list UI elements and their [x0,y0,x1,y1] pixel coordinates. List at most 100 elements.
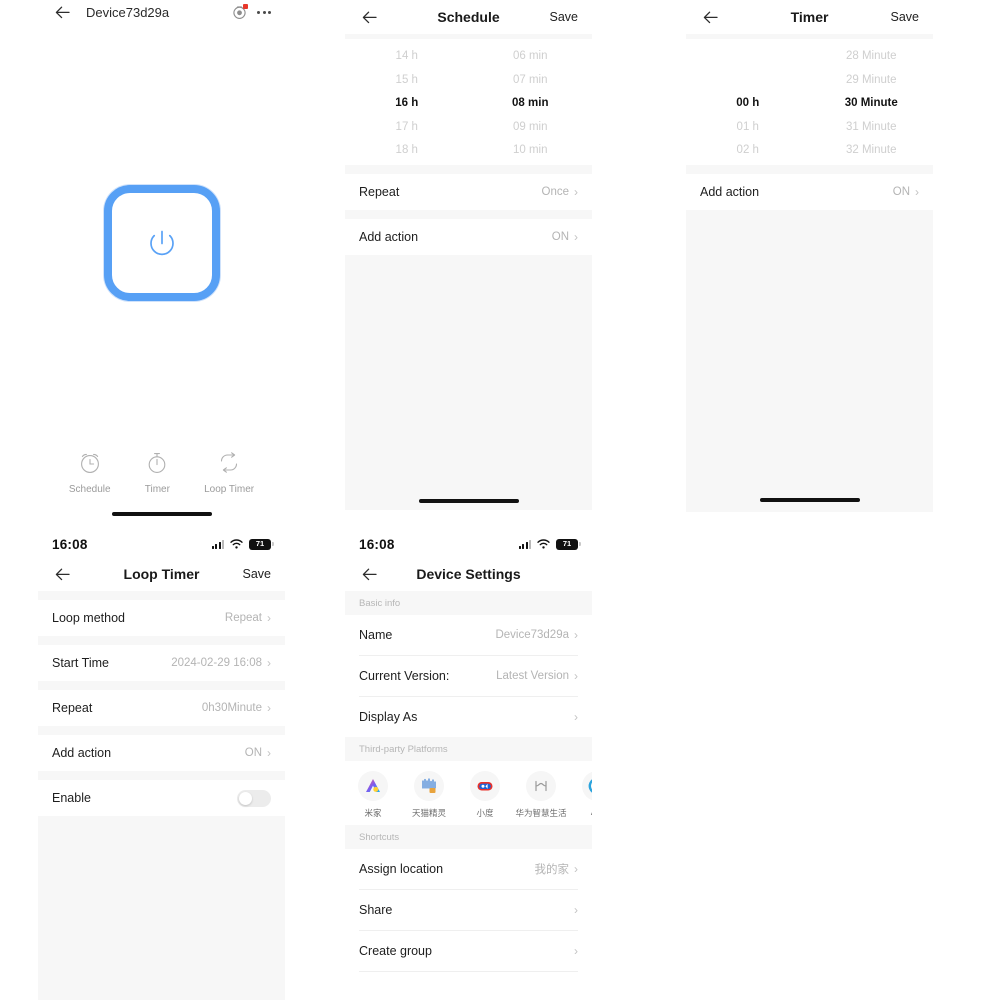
action-label: Schedule [68,484,111,495]
section-gap [345,209,592,219]
home-indicator [111,512,212,516]
platform-label: 米家 [364,808,382,818]
third-party-platform-list: 米家 天猫精灵 小度 华为智慧生活 [345,761,592,825]
wheel-item[interactable]: 29 Minute [810,69,934,93]
row-enable[interactable]: Enable [38,780,285,816]
wheel-item-selected[interactable]: 00 h [686,92,810,116]
section-gap [38,591,285,600]
minute-wheel[interactable]: 06 min 07 min 08 min 09 min 10 min [469,45,593,163]
chevron-right-icon: › [574,903,578,917]
action-label: Loop Timer [204,484,255,495]
row-current-version[interactable]: Current Version: Latest Version › [345,656,592,696]
row-value: Once [541,185,570,198]
wheel-item[interactable]: 02 h [686,139,810,163]
platform-alexa[interactable]: Ale [569,771,592,819]
section-gap [38,636,285,645]
wheel-item[interactable]: 15 h [345,69,469,93]
row-label: Repeat [52,701,93,715]
timer-panel: Timer Save 00 h 01 h 02 h 28 Minute 29 M… [686,0,933,512]
wheel-item-empty[interactable] [686,45,810,69]
tmall-genie-icon [414,771,444,801]
row-value-wrap: ON › [893,186,919,198]
group-header-shortcuts: Shortcuts [345,825,592,849]
row-value: ON [244,747,262,759]
row-repeat[interactable]: Repeat Once › [345,173,592,210]
schedule-navbar: Schedule Save [345,0,592,34]
panel-filler [686,209,933,512]
notification-badge [243,3,248,9]
home-indicator [759,498,860,502]
wheel-item-selected[interactable]: 08 min [469,92,593,116]
panel-filler [38,816,285,1000]
power-toggle-button[interactable] [103,185,220,301]
action-timer[interactable]: Timer [144,450,170,495]
row-name[interactable]: Name Device73d29a › [345,615,592,655]
schedule-time-picker[interactable]: 14 h 15 h 16 h 17 h 18 h 06 min 07 min 0… [345,39,592,165]
wheel-item[interactable]: 17 h [345,116,469,140]
action-loop-timer[interactable]: Loop Timer [204,450,254,495]
back-button[interactable] [359,7,379,27]
row-value-wrap: › [569,945,578,957]
enable-toggle[interactable] [237,789,271,807]
row-add-action[interactable]: Add action ON › [38,735,285,771]
back-button[interactable] [700,7,720,27]
wheel-item[interactable]: 31 Minute [810,116,934,140]
more-options-icon[interactable] [257,10,271,14]
back-button[interactable] [52,2,72,22]
wheel-item-selected[interactable]: 16 h [345,92,469,116]
row-display-as[interactable]: Display As › [345,697,592,737]
row-share[interactable]: Share › [345,890,592,930]
wheel-item[interactable]: 06 min [469,45,593,69]
row-add-action[interactable]: Add action ON › [345,218,592,255]
wheel-item-selected[interactable]: 30 Minute [810,92,934,116]
status-icons: 71 [518,538,581,550]
row-value: 我的家 [534,864,570,876]
status-time: 16:08 [359,536,395,552]
chevron-right-icon: › [574,669,578,683]
platform-mijia[interactable]: 米家 [345,771,401,819]
row-value-wrap: ON › [245,747,271,759]
platform-huawei-smart-life[interactable]: 华为智慧生活 [513,771,569,819]
row-label: Repeat [359,184,400,199]
loop-timer-panel: 16:08 71 Loop Timer Save Loop method Rep… [38,531,285,1000]
hour-wheel[interactable]: 00 h 01 h 02 h [686,45,810,163]
row-label: Display As [359,710,418,724]
wheel-item[interactable]: 18 h [345,139,469,163]
save-button[interactable]: Save [891,10,920,24]
save-button[interactable]: Save [243,567,272,581]
wheel-item[interactable]: 07 min [469,69,593,93]
wheel-item[interactable]: 14 h [345,45,469,69]
hour-wheel[interactable]: 14 h 15 h 16 h 17 h 18 h [345,45,469,163]
row-assign-location[interactable]: Assign location 我的家 › [345,849,592,889]
row-start-time[interactable]: Start Time 2024-02-29 16:08 › [38,645,285,681]
row-add-action[interactable]: Add action ON › [686,173,933,210]
device-actions: Schedule Timer Loop Timer [38,450,285,495]
section-gap [38,681,285,690]
row-repeat[interactable]: Repeat 0h30Minute › [38,690,285,726]
wifi-icon [230,539,243,549]
wheel-item-empty[interactable] [686,69,810,93]
camera-icon[interactable] [232,3,248,20]
row-value: 0h30Minute [201,702,262,714]
timer-duration-picker[interactable]: 00 h 01 h 02 h 28 Minute 29 Minute 30 Mi… [686,39,933,165]
platform-tmall-genie[interactable]: 天猫精灵 [401,771,457,819]
minute-wheel[interactable]: 28 Minute 29 Minute 30 Minute 31 Minute … [810,45,934,163]
wheel-item[interactable]: 32 Minute [810,139,934,163]
wheel-item[interactable]: 28 Minute [810,45,934,69]
wheel-item[interactable]: 01 h [686,116,810,140]
back-button[interactable] [359,564,379,584]
row-create-group[interactable]: Create group › [345,931,592,971]
row-label: Add action [700,184,760,199]
wheel-item[interactable]: 09 min [469,116,593,140]
section-gap [345,164,592,174]
chevron-right-icon: › [574,862,578,876]
row-loop-method[interactable]: Loop method Repeat › [38,600,285,636]
platform-xiaodu[interactable]: 小度 [457,771,513,819]
action-schedule[interactable]: Schedule [69,450,111,495]
save-button[interactable]: Save [550,10,579,24]
row-label: Enable [52,791,91,805]
section-gap [38,726,285,735]
wheel-item[interactable]: 10 min [469,139,593,163]
back-button[interactable] [52,564,72,584]
group-header-third-party: Third-party Platforms [345,737,592,761]
